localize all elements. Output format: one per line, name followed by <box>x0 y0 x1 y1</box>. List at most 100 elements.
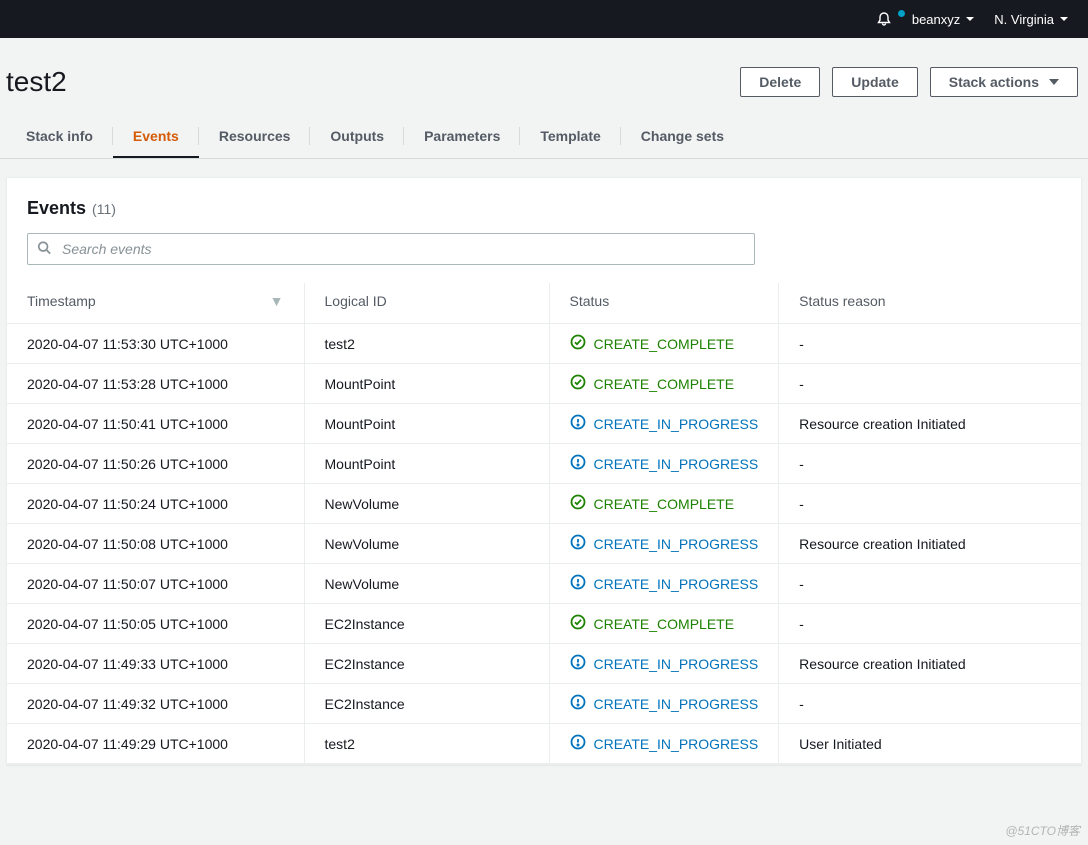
cell-logical-id: EC2Instance <box>304 684 549 724</box>
cell-logical-id: EC2Instance <box>304 644 549 684</box>
cell-logical-id: EC2Instance <box>304 604 549 644</box>
tab-outputs[interactable]: Outputs <box>310 116 404 158</box>
cell-status-reason: - <box>779 484 1081 524</box>
region-menu[interactable]: N. Virginia <box>984 12 1078 27</box>
tab-bar: Stack infoEventsResourcesOutputsParamete… <box>0 116 1088 159</box>
tab-parameters[interactable]: Parameters <box>404 116 520 158</box>
status-text: CREATE_COMPLETE <box>594 496 735 512</box>
cell-status: CREATE_COMPLETE <box>549 364 779 404</box>
status-info-icon <box>570 734 586 753</box>
status-info-icon <box>570 454 586 473</box>
notification-dot-icon <box>898 10 905 17</box>
cell-status: CREATE_IN_PROGRESS <box>549 724 779 764</box>
status-text: CREATE_COMPLETE <box>594 616 735 632</box>
cell-status: CREATE_IN_PROGRESS <box>549 444 779 484</box>
cell-timestamp: 2020-04-07 11:50:08 UTC+1000 <box>7 524 304 564</box>
cell-status: CREATE_IN_PROGRESS <box>549 684 779 724</box>
cell-status-reason: - <box>779 444 1081 484</box>
table-row[interactable]: 2020-04-07 11:50:08 UTC+1000NewVolume CRE… <box>7 524 1081 564</box>
cell-timestamp: 2020-04-07 11:50:26 UTC+1000 <box>7 444 304 484</box>
bell-icon <box>876 11 892 27</box>
stack-actions-button[interactable]: Stack actions <box>930 67 1078 97</box>
status-text: CREATE_COMPLETE <box>594 336 735 352</box>
col-header-logical-id[interactable]: Logical ID <box>304 283 549 324</box>
table-row[interactable]: 2020-04-07 11:53:30 UTC+1000test2 CREATE_… <box>7 324 1081 364</box>
cell-status-reason: Resource creation Initiated <box>779 644 1081 684</box>
cell-logical-id: MountPoint <box>304 404 549 444</box>
tab-stack-info[interactable]: Stack info <box>6 116 113 158</box>
events-panel: Events (11) Timestamp ▼ Logical ID <box>6 177 1082 765</box>
cell-timestamp: 2020-04-07 11:49:32 UTC+1000 <box>7 684 304 724</box>
status-info-icon <box>570 534 586 553</box>
cell-timestamp: 2020-04-07 11:49:29 UTC+1000 <box>7 724 304 764</box>
cell-status: CREATE_IN_PROGRESS <box>549 524 779 564</box>
panel-title: Events <box>27 198 86 219</box>
cell-status: CREATE_COMPLETE <box>549 324 779 364</box>
cell-status-reason: - <box>779 324 1081 364</box>
action-buttons: Delete Update Stack actions <box>740 67 1078 97</box>
watermark: @51CTO博客 <box>1005 822 1080 839</box>
col-header-status[interactable]: Status <box>549 283 779 324</box>
table-row[interactable]: 2020-04-07 11:50:05 UTC+1000EC2InstanceC… <box>7 604 1081 644</box>
cell-logical-id: NewVolume <box>304 484 549 524</box>
table-header-row: Timestamp ▼ Logical ID Status Status rea… <box>7 283 1081 324</box>
table-row[interactable]: 2020-04-07 11:49:33 UTC+1000EC2InstanceC… <box>7 644 1081 684</box>
cell-logical-id: MountPoint <box>304 364 549 404</box>
table-row[interactable]: 2020-04-07 11:50:07 UTC+1000NewVolume CRE… <box>7 564 1081 604</box>
status-text: CREATE_IN_PROGRESS <box>594 456 759 472</box>
table-row[interactable]: 2020-04-07 11:53:28 UTC+1000MountPointCR… <box>7 364 1081 404</box>
cell-logical-id: MountPoint <box>304 444 549 484</box>
search-input[interactable] <box>27 233 755 265</box>
status-text: CREATE_IN_PROGRESS <box>594 536 759 552</box>
caret-down-icon <box>1060 17 1068 21</box>
update-button[interactable]: Update <box>832 67 917 97</box>
table-row[interactable]: 2020-04-07 11:50:41 UTC+1000MountPointCR… <box>7 404 1081 444</box>
cell-status: CREATE_IN_PROGRESS <box>549 404 779 444</box>
table-row[interactable]: 2020-04-07 11:49:32 UTC+1000EC2Instance C… <box>7 684 1081 724</box>
cell-status: CREATE_IN_PROGRESS <box>549 564 779 604</box>
status-success-icon <box>570 334 586 353</box>
cell-status-reason: User Initiated <box>779 724 1081 764</box>
cell-status-reason: - <box>779 684 1081 724</box>
delete-button[interactable]: Delete <box>740 67 820 97</box>
cell-timestamp: 2020-04-07 11:50:07 UTC+1000 <box>7 564 304 604</box>
status-success-icon <box>570 494 586 513</box>
sort-desc-icon: ▼ <box>270 293 284 309</box>
cell-timestamp: 2020-04-07 11:53:30 UTC+1000 <box>7 324 304 364</box>
table-row[interactable]: 2020-04-07 11:50:26 UTC+1000MountPoint CR… <box>7 444 1081 484</box>
tab-template[interactable]: Template <box>520 116 620 158</box>
account-menu[interactable]: beanxyz <box>902 12 984 27</box>
cell-logical-id: NewVolume <box>304 564 549 604</box>
caret-down-icon <box>1049 79 1059 85</box>
page-header: test2 Delete Update Stack actions <box>0 56 1088 116</box>
cell-status: CREATE_COMPLETE <box>549 604 779 644</box>
cell-logical-id: test2 <box>304 724 549 764</box>
status-info-icon <box>570 654 586 673</box>
cell-status-reason: - <box>779 564 1081 604</box>
cell-timestamp: 2020-04-07 11:50:24 UTC+1000 <box>7 484 304 524</box>
status-text: CREATE_IN_PROGRESS <box>594 736 759 752</box>
status-success-icon <box>570 374 586 393</box>
cell-timestamp: 2020-04-07 11:53:28 UTC+1000 <box>7 364 304 404</box>
tab-change-sets[interactable]: Change sets <box>621 116 744 158</box>
cell-status-reason: Resource creation Initiated <box>779 524 1081 564</box>
col-header-status-reason[interactable]: Status reason <box>779 283 1081 324</box>
cell-logical-id: NewVolume <box>304 524 549 564</box>
cell-status-reason: - <box>779 604 1081 644</box>
tab-events[interactable]: Events <box>113 116 199 158</box>
panel-header: Events (11) <box>7 198 1081 219</box>
col-header-timestamp[interactable]: Timestamp ▼ <box>7 283 304 324</box>
caret-down-icon <box>966 17 974 21</box>
page-body: test2 Delete Update Stack actions Stack … <box>0 38 1088 785</box>
status-text: CREATE_IN_PROGRESS <box>594 576 759 592</box>
status-text: CREATE_IN_PROGRESS <box>594 416 759 432</box>
table-row[interactable]: 2020-04-07 11:50:24 UTC+1000NewVolume CRE… <box>7 484 1081 524</box>
status-info-icon <box>570 574 586 593</box>
notifications-button[interactable] <box>866 11 902 27</box>
tab-resources[interactable]: Resources <box>199 116 311 158</box>
cell-logical-id: test2 <box>304 324 549 364</box>
table-row[interactable]: 2020-04-07 11:49:29 UTC+1000test2 CREATE_… <box>7 724 1081 764</box>
status-success-icon <box>570 614 586 633</box>
status-text: CREATE_IN_PROGRESS <box>594 696 759 712</box>
top-nav: beanxyz N. Virginia <box>0 0 1088 38</box>
